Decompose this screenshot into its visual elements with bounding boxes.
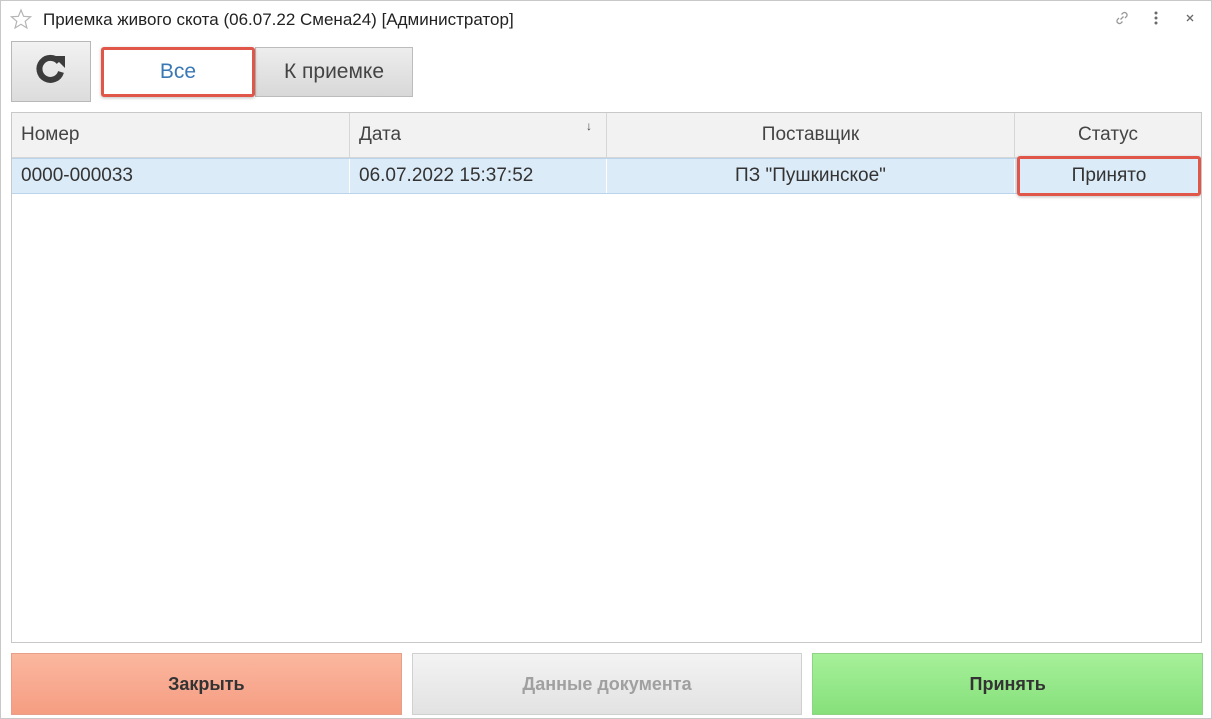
table-body: 0000-000033 06.07.2022 15:37:52 ПЗ "Пушк… xyxy=(12,156,1201,196)
filter-toggle: Все К приемке xyxy=(101,47,413,97)
column-header-date[interactable]: Дата ↓ xyxy=(350,113,607,157)
app-window: Приемка живого скота (06.07.22 Смена24) … xyxy=(0,0,1212,719)
column-header-date-label: Дата xyxy=(359,124,402,145)
window-title: Приемка живого скота (06.07.22 Смена24) … xyxy=(43,10,514,29)
refresh-button[interactable] xyxy=(11,41,91,102)
star-icon[interactable] xyxy=(9,8,33,30)
link-icon[interactable] xyxy=(1113,9,1131,27)
title-bar: Приемка живого скота (06.07.22 Смена24) … xyxy=(1,1,1211,37)
cell-number: 0000-000033 xyxy=(12,159,350,193)
cell-status: Принято xyxy=(1015,156,1201,196)
more-icon[interactable] xyxy=(1147,9,1165,27)
column-header-supplier[interactable]: Поставщик xyxy=(607,113,1015,157)
filter-pending-button[interactable]: К приемке xyxy=(255,47,413,97)
action-bar: Закрыть Данные документа Принять xyxy=(11,653,1204,715)
close-button[interactable]: Закрыть xyxy=(11,653,402,715)
filter-all-button[interactable]: Все xyxy=(101,47,255,97)
status-value: Принято xyxy=(1017,156,1201,196)
document-data-button[interactable]: Данные документа xyxy=(411,653,803,715)
table-header: Номер Дата ↓ Поставщик Статус xyxy=(12,113,1201,158)
column-header-status[interactable]: Статус xyxy=(1015,113,1201,157)
sort-descending-icon: ↓ xyxy=(586,119,592,133)
refresh-icon xyxy=(34,52,68,91)
table-row[interactable]: 0000-000033 06.07.2022 15:37:52 ПЗ "Пушк… xyxy=(12,156,1201,196)
accept-button[interactable]: Принять xyxy=(812,653,1204,715)
close-icon[interactable] xyxy=(1181,9,1199,27)
documents-table: Номер Дата ↓ Поставщик Статус 0000-00003… xyxy=(11,112,1202,643)
cell-date: 06.07.2022 15:37:52 xyxy=(350,159,607,193)
column-header-number[interactable]: Номер xyxy=(12,113,350,157)
title-actions xyxy=(1113,9,1199,27)
cell-supplier: ПЗ "Пушкинское" xyxy=(607,159,1015,193)
